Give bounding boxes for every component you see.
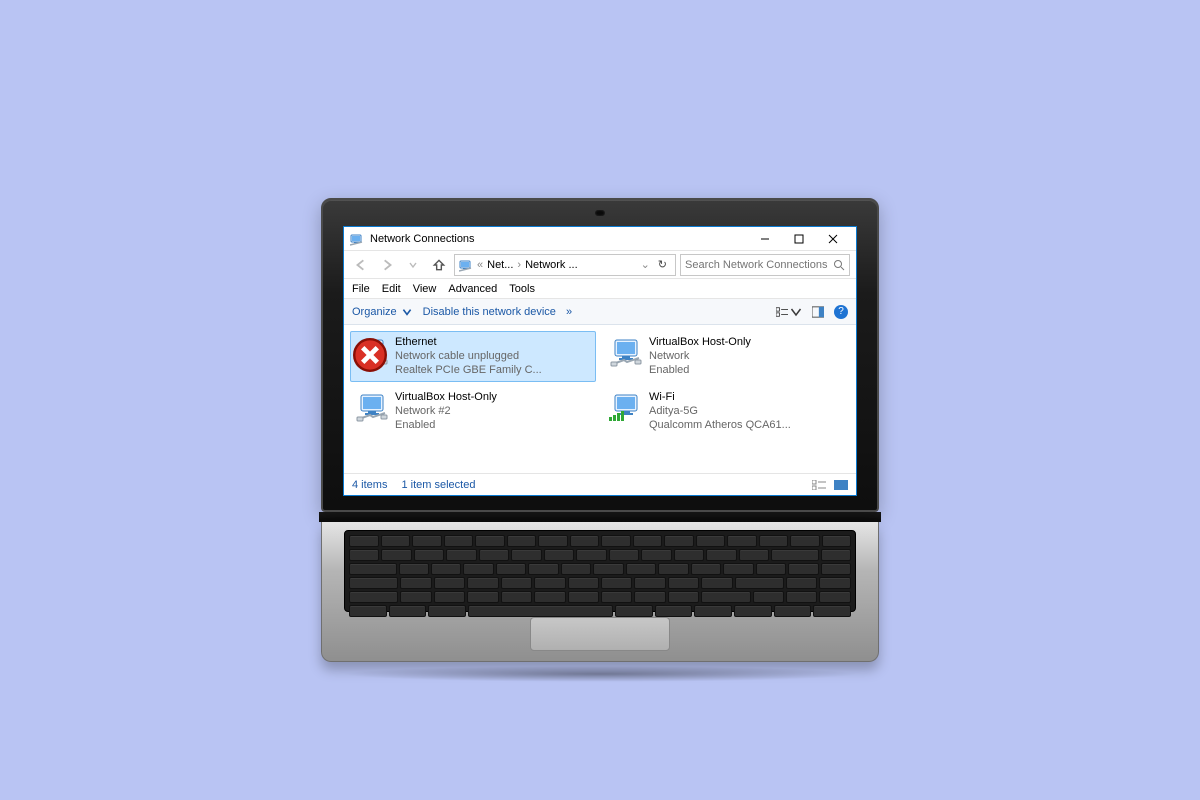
details-view-icon[interactable] bbox=[812, 480, 826, 490]
address-bar[interactable]: « Net... › Network ... ⌄ ↻ bbox=[454, 254, 676, 276]
connection-virtualbox-1[interactable]: VirtualBox Host-Only Network Enabled bbox=[604, 331, 850, 382]
chevron-down-icon bbox=[401, 306, 413, 318]
laptop-base bbox=[321, 522, 879, 662]
connections-list: Ethernet Network cable unplugged Realtek… bbox=[344, 325, 856, 473]
breadcrumb-prefix: « bbox=[477, 259, 483, 271]
connection-name: Ethernet bbox=[395, 336, 542, 350]
connection-detail: Realtek PCIe GBE Family C... bbox=[395, 364, 542, 378]
connection-name: Wi-Fi bbox=[649, 391, 791, 405]
screen-bezel: Network Connections « Net... › bbox=[321, 198, 879, 512]
keyboard bbox=[344, 530, 856, 612]
connection-status: Network #2 bbox=[395, 405, 497, 419]
item-count: 4 items bbox=[352, 479, 387, 491]
back-button[interactable] bbox=[350, 254, 372, 276]
connection-status: Network cable unplugged bbox=[395, 350, 542, 364]
chevron-down-icon bbox=[790, 306, 802, 318]
network-connections-window: Network Connections « Net... › bbox=[343, 226, 857, 496]
refresh-button[interactable]: ↻ bbox=[654, 258, 671, 271]
laptop-frame: Network Connections « Net... › bbox=[321, 198, 879, 682]
disable-device-button[interactable]: Disable this network device bbox=[423, 306, 556, 318]
laptop-shadow bbox=[340, 666, 860, 682]
connection-wifi[interactable]: Wi-Fi Aditya-5G Qualcomm Atheros QCA61..… bbox=[604, 386, 850, 437]
connection-detail: Qualcomm Atheros QCA61... bbox=[649, 419, 791, 433]
preview-pane-button[interactable] bbox=[812, 306, 824, 318]
large-icons-view-icon[interactable] bbox=[834, 480, 848, 490]
ethernet-icon bbox=[355, 391, 389, 425]
forward-button[interactable] bbox=[376, 254, 398, 276]
up-button[interactable] bbox=[428, 254, 450, 276]
organize-button[interactable]: Organize bbox=[352, 306, 413, 318]
breadcrumb-1[interactable]: Net... bbox=[487, 259, 513, 271]
command-bar: Organize Disable this network device » ? bbox=[344, 299, 856, 325]
connection-status: Network bbox=[649, 350, 751, 364]
help-button[interactable]: ? bbox=[834, 305, 848, 319]
ethernet-icon bbox=[609, 336, 643, 370]
webcam bbox=[595, 210, 605, 216]
close-button[interactable] bbox=[816, 227, 850, 251]
search-box[interactable] bbox=[680, 254, 850, 276]
view-mode-button[interactable] bbox=[776, 306, 802, 318]
menu-advanced[interactable]: Advanced bbox=[448, 283, 497, 295]
connection-virtualbox-2[interactable]: VirtualBox Host-Only Network #2 Enabled bbox=[350, 386, 596, 437]
more-commands-button[interactable]: » bbox=[566, 306, 572, 318]
recent-dropdown[interactable] bbox=[402, 254, 424, 276]
unplugged-badge-icon bbox=[353, 338, 387, 372]
menu-view[interactable]: View bbox=[413, 283, 437, 295]
window-title: Network Connections bbox=[370, 233, 475, 245]
touchpad bbox=[530, 617, 670, 651]
menu-tools[interactable]: Tools bbox=[509, 283, 535, 295]
navigation-row: « Net... › Network ... ⌄ ↻ bbox=[344, 251, 856, 279]
menu-bar: File Edit View Advanced Tools bbox=[344, 279, 856, 299]
wifi-icon bbox=[609, 391, 643, 425]
address-dropdown[interactable]: ⌄ bbox=[641, 258, 650, 271]
maximize-button[interactable] bbox=[782, 227, 816, 251]
breadcrumb-2[interactable]: Network ... bbox=[525, 259, 578, 271]
selection-count: 1 item selected bbox=[401, 479, 475, 491]
connection-detail: Enabled bbox=[395, 419, 497, 433]
ethernet-icon bbox=[355, 336, 389, 370]
status-bar: 4 items 1 item selected bbox=[344, 473, 856, 495]
menu-edit[interactable]: Edit bbox=[382, 283, 401, 295]
menu-file[interactable]: File bbox=[352, 283, 370, 295]
connection-detail: Enabled bbox=[649, 364, 751, 378]
search-icon bbox=[833, 259, 845, 271]
laptop-hinge bbox=[319, 512, 881, 522]
titlebar: Network Connections bbox=[344, 227, 856, 251]
connection-status: Aditya-5G bbox=[649, 405, 791, 419]
connection-ethernet[interactable]: Ethernet Network cable unplugged Realtek… bbox=[350, 331, 596, 382]
address-icon bbox=[459, 258, 473, 272]
connection-name: VirtualBox Host-Only bbox=[649, 336, 751, 350]
connection-name: VirtualBox Host-Only bbox=[395, 391, 497, 405]
minimize-button[interactable] bbox=[748, 227, 782, 251]
app-icon bbox=[350, 232, 364, 246]
search-input[interactable] bbox=[685, 259, 829, 271]
